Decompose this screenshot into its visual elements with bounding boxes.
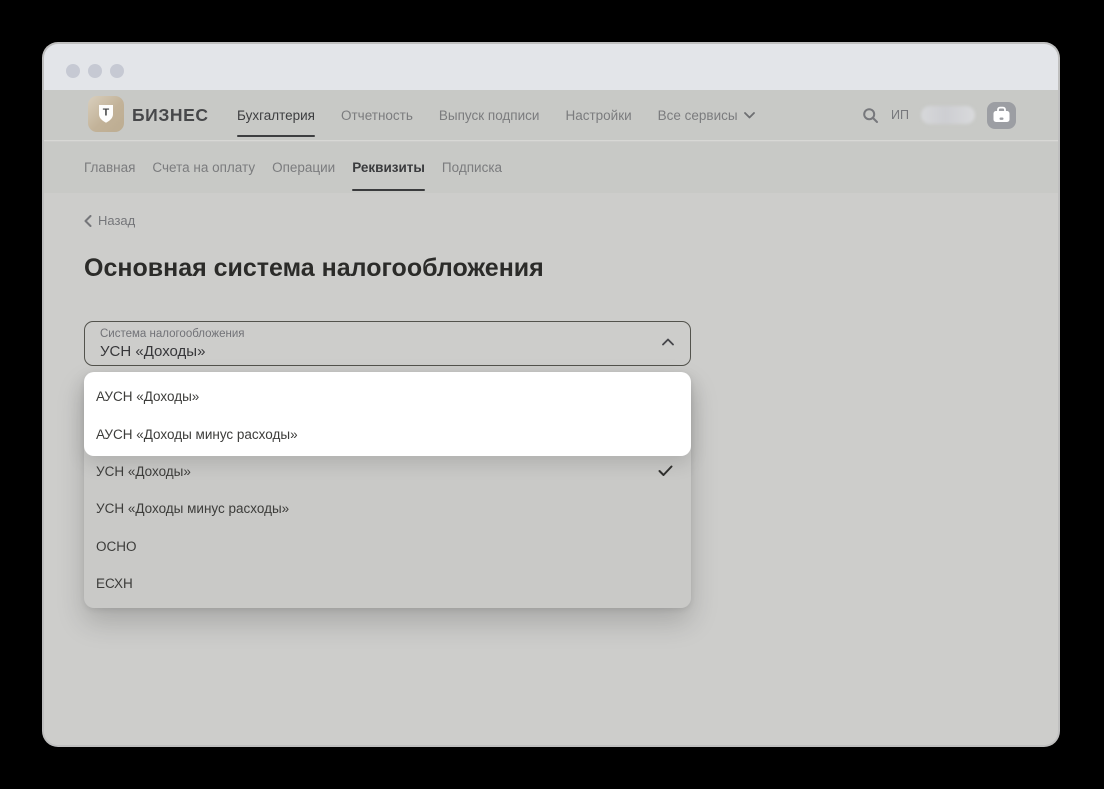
search-icon[interactable] bbox=[862, 107, 879, 124]
account-name-redacted bbox=[921, 106, 975, 124]
select-value: УСН «Доходы» bbox=[100, 343, 205, 360]
nav-item-reporting[interactable]: Отчетность bbox=[341, 90, 413, 140]
option-usn-dohody-minus-rashody[interactable]: УСН «Доходы минус расходы» bbox=[84, 490, 691, 527]
account-type-label: ИП bbox=[891, 108, 909, 122]
subnav-item-operations[interactable]: Операции bbox=[272, 142, 335, 193]
section-nav: Главная Счета на оплату Операции Реквизи… bbox=[44, 142, 1058, 193]
back-link[interactable]: Назад bbox=[84, 213, 135, 228]
select-label: Система налогообложения bbox=[100, 328, 245, 340]
brand-name: БИЗНЕС bbox=[132, 90, 209, 140]
option-osno[interactable]: ОСНО bbox=[84, 528, 691, 565]
window-dot-close[interactable] bbox=[66, 64, 80, 78]
nav-item-all-services[interactable]: Все сервисы bbox=[658, 90, 755, 140]
window-titlebar bbox=[44, 44, 1058, 90]
subnav-item-invoices[interactable]: Счета на оплату bbox=[152, 142, 255, 193]
option-usn-dohody[interactable]: УСН «Доходы» bbox=[84, 453, 691, 490]
chevron-up-icon bbox=[662, 338, 674, 346]
chevron-left-icon bbox=[84, 215, 92, 227]
browser-window: Т БИЗНЕС Бухгалтерия Отчетность Выпуск п… bbox=[44, 44, 1058, 745]
tax-system-dropdown: АУСН «Доходы» АУСН «Доходы минус расходы… bbox=[84, 372, 691, 608]
app-header: Т БИЗНЕС Бухгалтерия Отчетность Выпуск п… bbox=[44, 90, 1058, 141]
subnav-item-requisites[interactable]: Реквизиты bbox=[352, 142, 425, 193]
svg-text:Т: Т bbox=[103, 107, 110, 119]
page-title: Основная система налогообложения bbox=[84, 254, 544, 283]
subnav-item-subscription[interactable]: Подписка bbox=[442, 142, 502, 193]
header-right: ИП bbox=[862, 90, 1016, 140]
tbank-logo-icon[interactable]: Т bbox=[88, 96, 124, 132]
option-eshn[interactable]: ЕСХН bbox=[84, 565, 691, 602]
nav-item-accounting[interactable]: Бухгалтерия bbox=[237, 90, 315, 140]
screenshot-canvas: Т БИЗНЕС Бухгалтерия Отчетность Выпуск п… bbox=[0, 0, 1104, 789]
page-body: Назад Основная система налогообложения С… bbox=[44, 193, 1058, 745]
nav-item-settings[interactable]: Настройки bbox=[565, 90, 631, 140]
briefcase-icon[interactable] bbox=[987, 102, 1016, 129]
subnav-item-home[interactable]: Главная bbox=[84, 142, 135, 193]
option-ausn-dohody-minus-rashody[interactable]: АУСН «Доходы минус расходы» bbox=[84, 415, 691, 452]
window-dot-minimize[interactable] bbox=[88, 64, 102, 78]
check-icon bbox=[658, 465, 673, 477]
tax-system-select[interactable]: Система налогообложения УСН «Доходы» bbox=[84, 321, 691, 366]
main-nav: Бухгалтерия Отчетность Выпуск подписи На… bbox=[237, 90, 755, 140]
window-dot-zoom[interactable] bbox=[110, 64, 124, 78]
option-ausn-dohody[interactable]: АУСН «Доходы» bbox=[84, 378, 691, 415]
nav-item-signature[interactable]: Выпуск подписи bbox=[439, 90, 540, 140]
chevron-down-icon bbox=[744, 112, 755, 119]
window-controls[interactable] bbox=[66, 64, 124, 78]
